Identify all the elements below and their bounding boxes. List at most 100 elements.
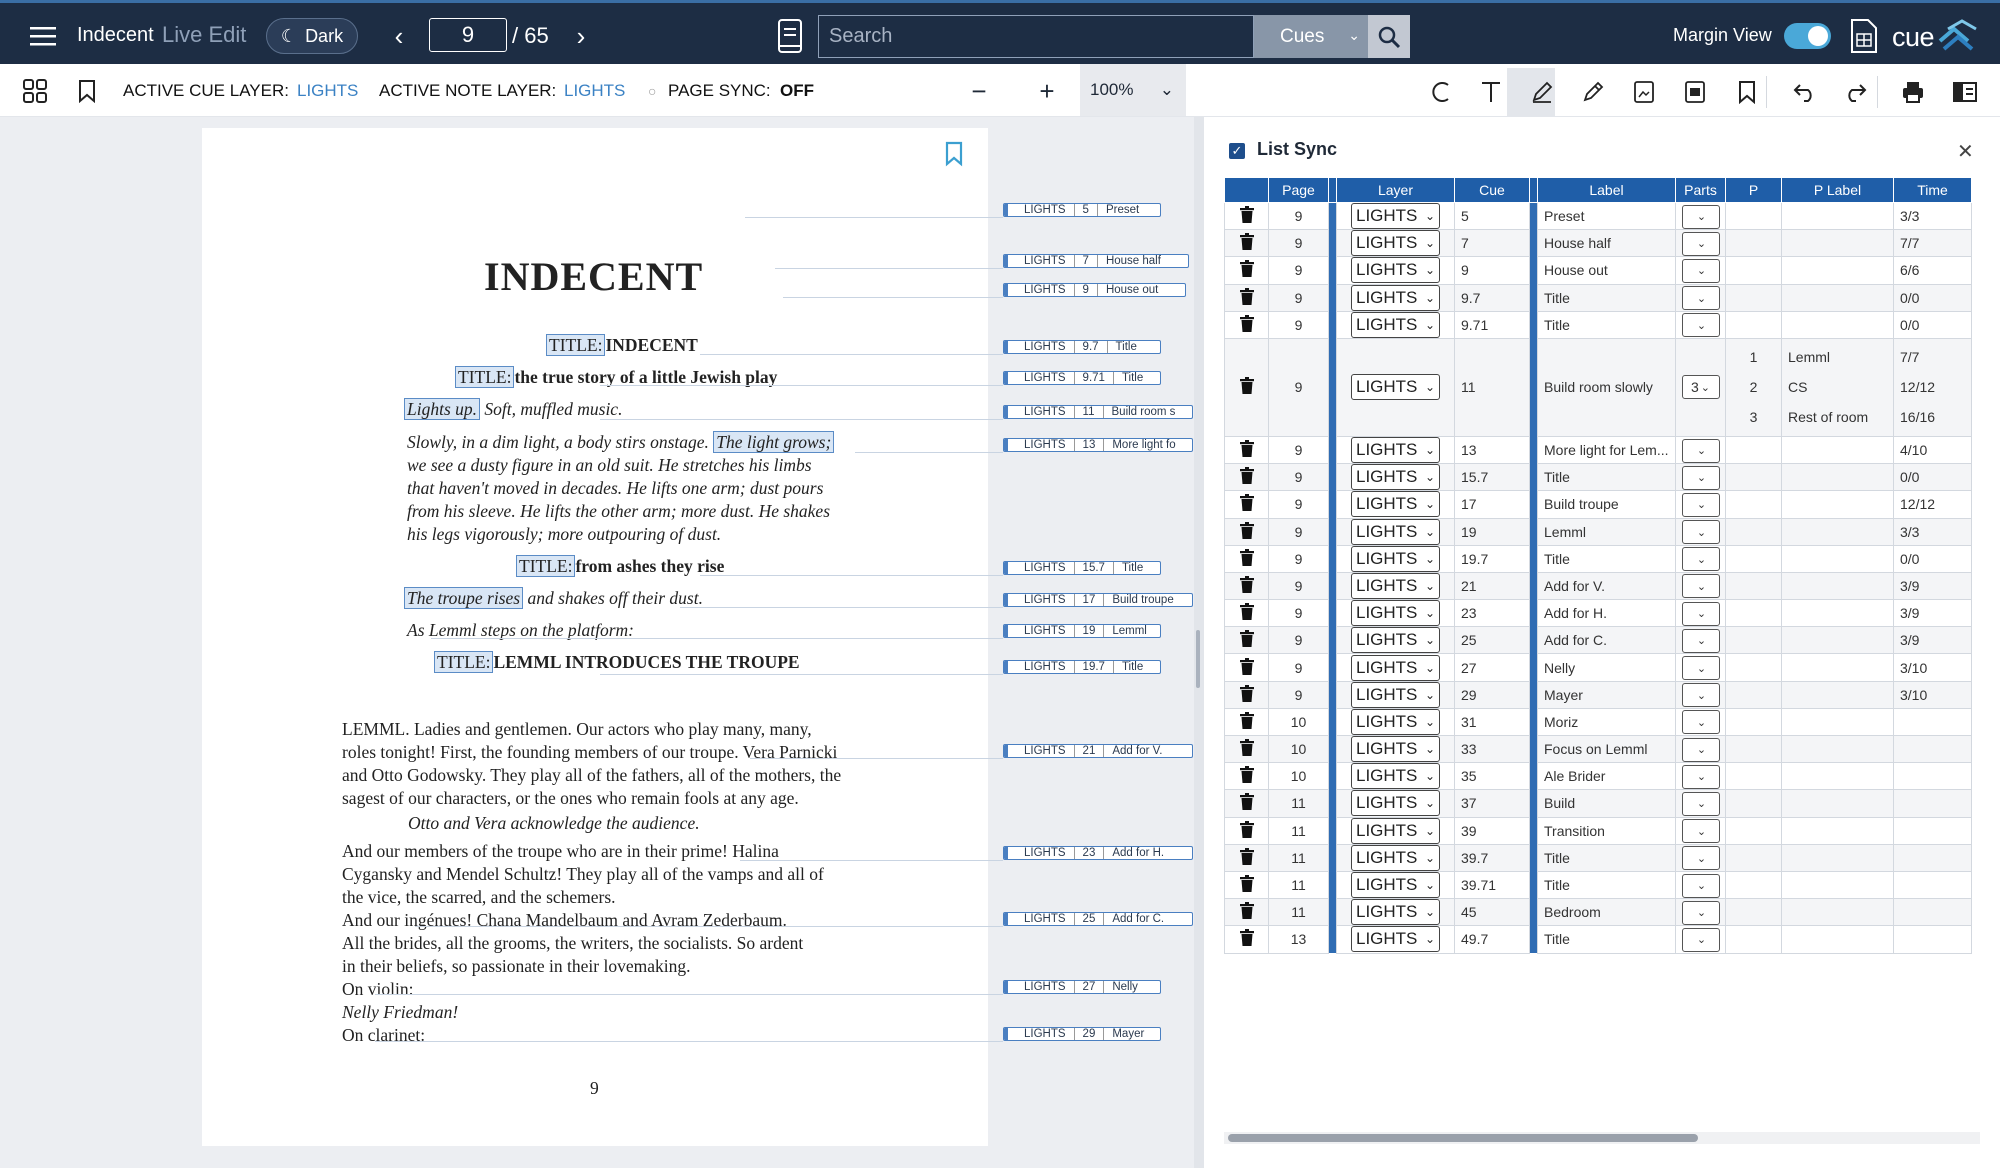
cue-cell[interactable]: 31 xyxy=(1454,707,1530,737)
label-cell[interactable]: Build xyxy=(1537,789,1676,818)
cue-cell[interactable]: 37 xyxy=(1454,789,1530,818)
cue-cell[interactable]: 29 xyxy=(1454,680,1530,709)
parts-select[interactable]: ⌄ xyxy=(1681,547,1720,572)
layer-select[interactable]: LIGHTS ⌄ xyxy=(1351,790,1440,817)
redo-icon[interactable] xyxy=(1840,78,1870,106)
column-header[interactable]: P Label xyxy=(1781,177,1894,203)
parts-select[interactable]: ⌄ xyxy=(1681,465,1720,490)
column-header[interactable]: Time xyxy=(1893,177,1972,203)
cue-cell[interactable]: 15.7 xyxy=(1454,463,1530,492)
parts-select[interactable]: ⌄ xyxy=(1681,258,1720,283)
label-cell[interactable]: Lemml xyxy=(1537,517,1676,546)
layer-select[interactable]: LIGHTS ⌄ xyxy=(1351,257,1440,284)
zoom-in-icon[interactable]: + xyxy=(1034,76,1060,106)
margin-cue-tag[interactable]: LIGHTS 27 Nelly xyxy=(1003,980,1161,994)
column-header[interactable]: Parts xyxy=(1675,177,1726,203)
bookmark-icon[interactable] xyxy=(74,78,100,104)
margin-view-toggle[interactable] xyxy=(1784,23,1831,49)
table-row[interactable]: 9 LIGHTS ⌄ 5 Preset ⌄ 3/3 xyxy=(1224,201,1972,231)
label-cell[interactable]: Preset xyxy=(1537,201,1676,231)
margin-cue-tag[interactable]: LIGHTS 21 Add for V. xyxy=(1003,744,1193,758)
trash-icon[interactable] xyxy=(1239,377,1254,397)
search-icon[interactable] xyxy=(1368,15,1410,58)
margin-cue-tag[interactable]: LIGHTS 17 Build troupe xyxy=(1003,593,1193,607)
parts-select[interactable]: ⌄ xyxy=(1681,438,1720,463)
trash-icon[interactable] xyxy=(1239,847,1254,868)
margin-cue-tag[interactable]: LIGHTS 13 More light fo xyxy=(1003,438,1193,452)
trash-icon[interactable] xyxy=(1239,233,1254,253)
print-icon[interactable] xyxy=(1898,78,1928,106)
trash-icon[interactable] xyxy=(1239,630,1254,650)
dark-mode-button[interactable]: ☾ Dark xyxy=(266,18,358,54)
label-cell[interactable]: Bedroom xyxy=(1537,898,1676,927)
parts-select[interactable]: ⌄ xyxy=(1681,764,1720,789)
parts-select[interactable]: ⌄ xyxy=(1681,656,1720,681)
sub-part-time[interactable]: 7/7 xyxy=(1900,342,1971,372)
trash-icon[interactable] xyxy=(1239,287,1254,308)
label-cell[interactable]: House half xyxy=(1537,229,1676,258)
table-row[interactable]: 9 LIGHTS ⌄ 23 Add for H. ⌄ 3/9 xyxy=(1224,599,1972,628)
trash-icon[interactable] xyxy=(1239,711,1254,732)
table-row[interactable]: 11 LIGHTS ⌄ 39.7 Title ⌄ xyxy=(1224,843,1972,872)
table-row[interactable]: 9 LIGHTS ⌄ 9.7 Title ⌄ 0/0 xyxy=(1224,283,1972,312)
parts-select[interactable]: ⌄ xyxy=(1681,601,1720,626)
text-tool-icon[interactable] xyxy=(1476,78,1506,106)
layer-select[interactable]: LIGHTS ⌄ xyxy=(1351,374,1440,401)
margin-cue-tag[interactable]: LIGHTS 19 Lemml xyxy=(1003,624,1161,638)
layer-select[interactable]: LIGHTS ⌄ xyxy=(1351,681,1440,708)
margin-cue-tag[interactable]: LIGHTS 19.7 Title xyxy=(1003,660,1161,674)
table-row[interactable]: 11 LIGHTS ⌄ 45 Bedroom ⌄ xyxy=(1224,898,1972,927)
page-bookmark-icon[interactable] xyxy=(944,141,964,172)
cue-marker[interactable]: TITLE: xyxy=(546,334,606,356)
cue-cell[interactable]: 39.71 xyxy=(1454,870,1530,900)
pen-icon[interactable] xyxy=(1578,78,1608,106)
parts-select[interactable]: ⌄ xyxy=(1681,574,1720,599)
table-row[interactable]: 9 LIGHTS ⌄ 9.71 Title ⌄ 0/0 xyxy=(1224,310,1972,339)
parts-select[interactable]: ⌄ xyxy=(1681,231,1720,256)
cue-cell[interactable]: 23 xyxy=(1454,599,1530,628)
table-row[interactable]: 11 LIGHTS ⌄ 37 Build ⌄ xyxy=(1224,789,1972,818)
cue-cell[interactable]: 25 xyxy=(1454,626,1530,655)
cue-cell[interactable]: 49.7 xyxy=(1454,925,1530,954)
zoom-select[interactable]: 100% ⌄ xyxy=(1080,64,1186,116)
sub-part-time[interactable]: 12/12 xyxy=(1900,372,1971,402)
label-cell[interactable]: Title xyxy=(1537,925,1676,954)
label-cell[interactable]: Add for H. xyxy=(1537,599,1676,628)
search-filter-select[interactable]: Cues ⌄ xyxy=(1254,15,1368,58)
trash-icon[interactable] xyxy=(1239,739,1254,759)
cue-cell[interactable]: 9 xyxy=(1454,256,1530,285)
parts-select[interactable]: ⌄ xyxy=(1681,737,1720,762)
layer-select[interactable]: LIGHTS ⌄ xyxy=(1351,627,1440,654)
cue-cell[interactable]: 45 xyxy=(1454,898,1530,927)
layer-select[interactable]: LIGHTS ⌄ xyxy=(1351,284,1440,311)
table-row[interactable]: 9 LIGHTS ⌄ 27 Nelly ⌄ 3/10 xyxy=(1224,653,1972,682)
trash-icon[interactable] xyxy=(1239,820,1254,841)
table-row[interactable]: 9 LIGHTS ⌄ 15.7 Title ⌄ 0/0 xyxy=(1224,463,1972,492)
page-number-input[interactable] xyxy=(429,18,507,52)
layer-select[interactable]: LIGHTS ⌄ xyxy=(1351,708,1440,735)
margin-cue-tag[interactable]: LIGHTS 23 Add for H. xyxy=(1003,846,1193,860)
layer-select[interactable]: LIGHTS ⌄ xyxy=(1351,572,1440,599)
cue-cell[interactable]: 13 xyxy=(1454,435,1530,465)
column-header[interactable]: Page xyxy=(1268,177,1329,203)
margin-cue-tag[interactable]: LIGHTS 25 Add for C. xyxy=(1003,912,1193,926)
parts-select[interactable]: ⌄ xyxy=(1681,900,1720,925)
parts-select[interactable]: ⌄ xyxy=(1681,204,1720,229)
column-header[interactable]: Label xyxy=(1537,177,1676,203)
label-cell[interactable]: Moriz xyxy=(1537,707,1676,737)
previous-page-icon[interactable]: ‹ xyxy=(384,21,414,51)
layer-select[interactable]: LIGHTS ⌄ xyxy=(1351,844,1440,871)
trash-icon[interactable] xyxy=(1239,929,1254,949)
cue-cell[interactable]: 39 xyxy=(1454,816,1530,845)
label-cell[interactable]: Nelly xyxy=(1537,653,1676,682)
layer-select[interactable]: LIGHTS ⌄ xyxy=(1351,545,1440,572)
document-icon[interactable] xyxy=(1848,15,1880,57)
table-row[interactable]: 9 LIGHTS ⌄ 13 More light for Lem... ⌄ 4/10 xyxy=(1224,435,1972,465)
cue-cell[interactable]: 7 xyxy=(1454,229,1530,258)
parts-select[interactable]: ⌄ xyxy=(1681,791,1720,816)
layer-select[interactable]: LIGHTS ⌄ xyxy=(1351,311,1440,338)
cue-cell[interactable]: 9.7 xyxy=(1454,283,1530,312)
cue-cell[interactable]: 17 xyxy=(1454,490,1530,519)
cue-marker[interactable]: The light grows; xyxy=(713,431,835,453)
table-row[interactable]: 10 LIGHTS ⌄ 35 Ale Brider ⌄ xyxy=(1224,762,1972,791)
